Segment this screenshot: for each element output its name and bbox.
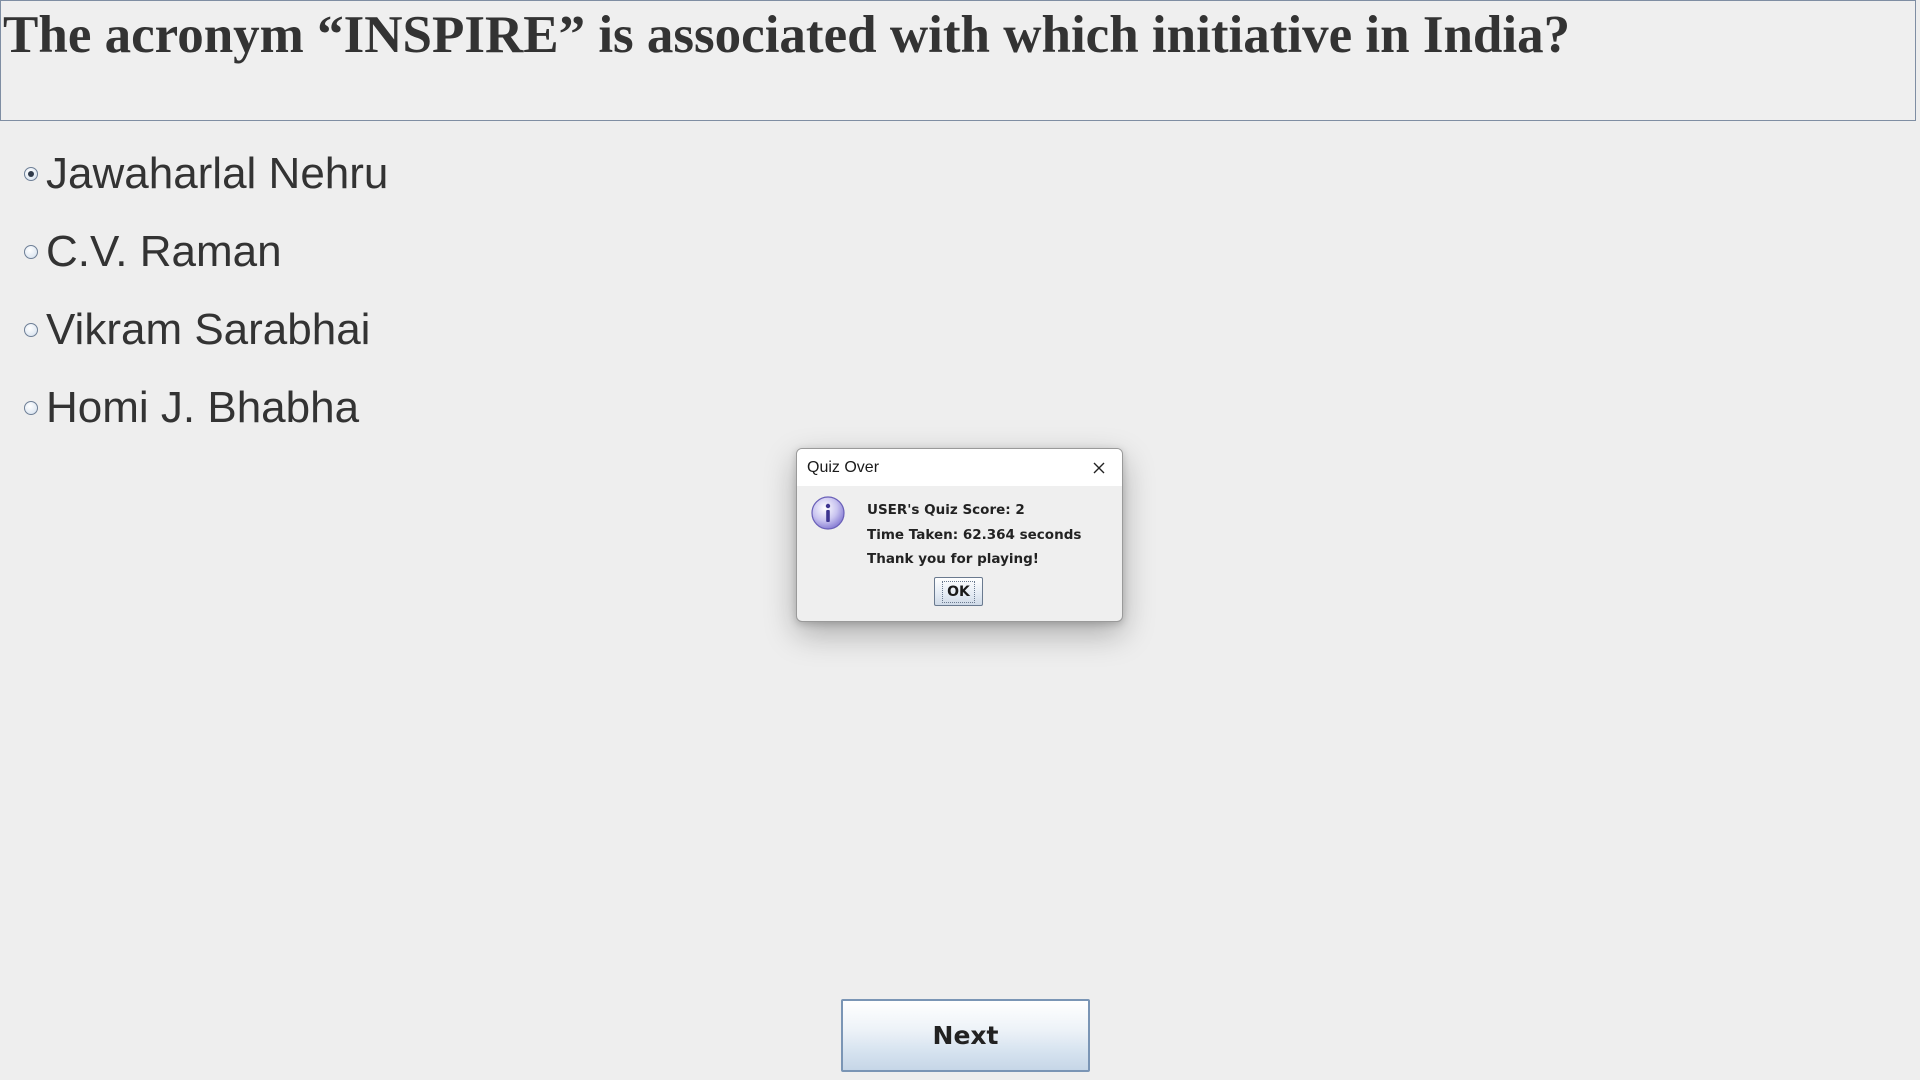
option-label[interactable]: C.V. Raman xyxy=(46,227,282,277)
ok-button-label[interactable]: OK xyxy=(942,580,975,603)
option-cv-raman[interactable]: C.V. Raman xyxy=(24,213,388,291)
options-group: Jawaharlal Nehru C.V. Raman Vikram Sarab… xyxy=(24,135,388,447)
close-button[interactable] xyxy=(1088,457,1110,479)
close-icon xyxy=(1093,462,1105,473)
option-vikram-sarabhai[interactable]: Vikram Sarabhai xyxy=(24,291,388,369)
option-label[interactable]: Vikram Sarabhai xyxy=(46,305,370,355)
question-panel: The acronym “INSPIRE” is associated with… xyxy=(0,0,1916,121)
radio-unselected-icon[interactable] xyxy=(24,401,38,415)
time-taken-text: Time Taken: 62.364 seconds xyxy=(867,526,1082,543)
dialog-title: Quiz Over xyxy=(807,458,880,476)
dialog-body: USER's Quiz Score: 2 Time Taken: 62.364 … xyxy=(797,486,1122,621)
dialog-message: USER's Quiz Score: 2 Time Taken: 62.364 … xyxy=(867,498,1081,572)
ok-button[interactable]: OK xyxy=(934,577,983,606)
next-button[interactable]: Next xyxy=(841,999,1090,1072)
option-jawaharlal-nehru[interactable]: Jawaharlal Nehru xyxy=(24,135,388,213)
option-homi-bhabha[interactable]: Homi J. Bhabha xyxy=(24,369,388,447)
quiz-over-dialog: Quiz Over USER's Quiz Score: 2 Time Take… xyxy=(796,448,1123,622)
radio-unselected-icon[interactable] xyxy=(24,323,38,337)
next-button-label[interactable]: Next xyxy=(933,1021,999,1050)
question-text: The acronym “INSPIRE” is associated with… xyxy=(3,6,1571,64)
score-text: USER's Quiz Score: 2 xyxy=(867,502,1025,518)
radio-unselected-icon[interactable] xyxy=(24,245,38,259)
option-label[interactable]: Jawaharlal Nehru xyxy=(46,149,388,199)
thank-you-text: Thank you for playing! xyxy=(867,551,1039,567)
radio-selected-icon[interactable] xyxy=(24,167,38,181)
info-icon xyxy=(811,496,845,530)
dialog-titlebar[interactable]: Quiz Over xyxy=(797,449,1122,486)
option-label[interactable]: Homi J. Bhabha xyxy=(46,383,359,433)
